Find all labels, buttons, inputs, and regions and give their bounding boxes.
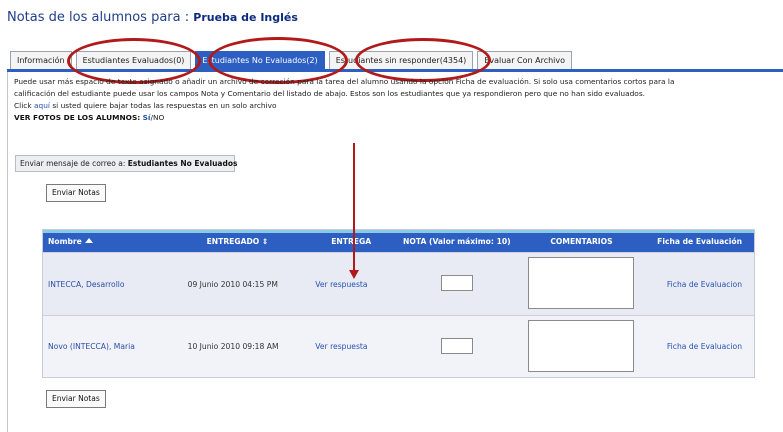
header-comments: COMENTARIOS — [550, 237, 613, 246]
table-row: INTECCA, Desarrollo 09 Junio 2010 04:15 … — [43, 252, 754, 315]
header-delivered[interactable]: ENTREGADO ⇕ — [183, 233, 311, 252]
delivered-date: 10 Junio 2010 09:18 AM — [187, 342, 279, 351]
header-delivery: ENTREGA — [331, 237, 372, 246]
sort-ascending-icon — [84, 238, 93, 243]
tab-estudiantes-sin-responder[interactable]: Estudiantes sin responder(4354) — [328, 51, 474, 69]
grade-input[interactable] — [440, 337, 473, 354]
grade-input[interactable] — [440, 275, 473, 291]
sort-toggle-icon: ⇕ — [261, 237, 269, 246]
instructions-line-2: calificación del estudiante puede usar l… — [14, 89, 646, 98]
page-title-prefix: Notas de los alumnos para : — [7, 10, 190, 25]
evaluation-sheet-link[interactable]: Ficha de Evaluacion — [667, 280, 742, 289]
download-prefix: Click — [14, 101, 32, 110]
mail-to-box[interactable]: Enviar mensaje de correo a: Estudiantes … — [15, 155, 238, 172]
view-answer-link[interactable]: Ver respuesta — [315, 280, 367, 289]
table-row: Novo (INTECCA), Maria 10 Junio 2010 09:1… — [43, 315, 754, 377]
header-evaluation-sheet: Ficha de Evaluación — [657, 237, 742, 246]
instructions-line-1: Puede usar más espacio de texto asignado… — [14, 77, 675, 86]
tab-estudiantes-evaluados[interactable]: Estudiantes Evaluados(0) — [75, 51, 192, 69]
annotation-arrow-line — [353, 143, 355, 272]
photos-toggle-line: VER FOTOS DE LOS ALUMNOS: Sí/NO — [14, 112, 779, 124]
tab-bar: Información Estudiantes Evaluados(0) Est… — [10, 51, 576, 69]
mail-label: Enviar mensaje de correo a: — [20, 159, 126, 168]
comment-textarea[interactable] — [528, 257, 635, 309]
comment-textarea[interactable] — [528, 319, 635, 372]
header-name[interactable]: Nombre — [43, 233, 183, 252]
student-name-link[interactable]: INTECCA, Desarrollo — [48, 280, 125, 289]
header-name-label: Nombre — [48, 237, 82, 246]
course-name: Prueba de Inglés — [193, 11, 298, 24]
panel-border — [7, 72, 8, 432]
tab-informacion[interactable]: Información — [10, 51, 72, 69]
tab-underline — [7, 69, 783, 72]
tab-evaluar-con-archivo[interactable]: Evaluar Con Archivo — [477, 51, 573, 69]
students-table: Nombre ENTREGADO ⇕ ENTREGA NOTA (Valor m… — [42, 229, 755, 378]
photos-no-link[interactable]: NO — [153, 113, 164, 122]
student-name-link[interactable]: Novo (INTECCA), Maria — [48, 342, 135, 351]
header-grade: NOTA (Valor máximo: 10) — [403, 237, 511, 246]
download-all-link[interactable]: aquí — [34, 101, 50, 110]
photos-label: VER FOTOS DE LOS ALUMNOS: — [14, 113, 141, 122]
send-grades-button-bottom[interactable]: Enviar Notas — [46, 390, 106, 408]
download-all-line: Click aquí si usted quiere bajar todas l… — [14, 100, 779, 112]
download-suffix: si usted quiere bajar todas las respuest… — [52, 101, 277, 110]
mail-target: Estudiantes No Evaluados — [127, 159, 238, 168]
evaluation-sheet-link[interactable]: Ficha de Evaluacion — [667, 342, 742, 351]
tab-estudiantes-no-evaluados[interactable]: Estudiantes No Evaluados(2) — [195, 51, 325, 69]
view-answer-link[interactable]: Ver respuesta — [315, 342, 367, 351]
annotation-arrow-head-icon — [349, 270, 359, 279]
delivered-date: 09 Junio 2010 04:15 PM — [187, 279, 278, 289]
page-title: Notas de los alumnos para : Prueba de In… — [7, 10, 298, 25]
table-header: Nombre ENTREGADO ⇕ ENTREGA NOTA (Valor m… — [43, 230, 754, 252]
send-grades-button-top[interactable]: Enviar Notas — [46, 184, 106, 202]
instructions: Puede usar más espacio de texto asignado… — [14, 76, 779, 124]
header-delivered-label: ENTREGADO — [206, 237, 260, 246]
